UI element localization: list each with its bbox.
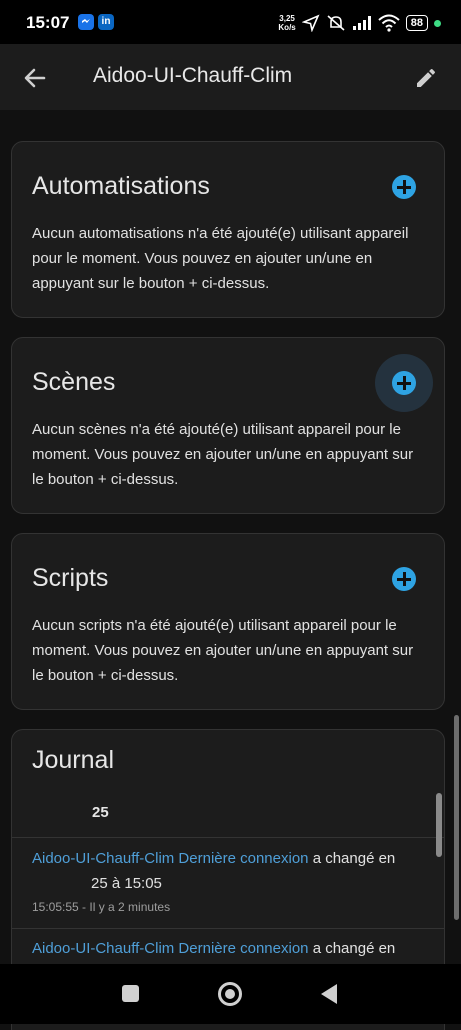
automations-title: Automatisations <box>32 172 210 200</box>
entity-link[interactable]: Aidoo-UI-Chauff-Clim Dernière connexion <box>32 850 309 867</box>
page-scrollbar[interactable] <box>454 715 459 920</box>
scripts-card: Scripts Aucun scripts n'a été ajouté(e) … <box>11 533 445 710</box>
add-icon <box>392 175 416 199</box>
messenger-icon <box>78 14 94 30</box>
mute-icon <box>327 15 345 31</box>
entry-value: 25 à 15:05 <box>91 875 162 892</box>
location-icon <box>301 14 320 32</box>
privacy-dot <box>434 19 441 27</box>
linkedin-icon: in <box>98 14 114 30</box>
battery-indicator: 88 <box>405 15 428 31</box>
wifi-icon <box>378 14 400 32</box>
divider <box>12 837 444 838</box>
journal-entry[interactable]: Aidoo-UI-Chauff-Clim Dernière connexion … <box>32 847 417 871</box>
entry-action: a changé en <box>312 940 396 957</box>
entry-timestamp: 15:05:55 - Il y a 2 minutes <box>32 900 171 914</box>
divider <box>12 928 444 929</box>
automations-empty-text: Aucun automatisations n'a été ajouté(e) … <box>32 225 409 292</box>
automations-card: Automatisations Aucun automatisations n'… <box>11 141 445 318</box>
scenes-empty-text: Aucun scènes n'a été ajouté(e) utilisant… <box>32 421 414 488</box>
journal-scrollbar[interactable] <box>436 793 442 857</box>
system-nav-bar <box>0 964 461 1024</box>
scripts-title: Scripts <box>32 564 109 592</box>
network-speed: 3,25 Ko/s <box>278 14 296 32</box>
entry-action: a changé en <box>312 850 396 867</box>
home-button[interactable] <box>218 982 242 1006</box>
scripts-empty-text: Aucun scripts n'a été ajouté(e) utilisan… <box>32 617 414 684</box>
journal-title: Journal <box>32 746 114 774</box>
journal-entry[interactable]: Aidoo-UI-Chauff-Clim Dernière connexion … <box>32 937 417 961</box>
add-icon <box>392 371 416 395</box>
app-bar: Aidoo-UI-Chauff-Clim <box>0 44 461 110</box>
scenes-title: Scènes <box>32 368 116 396</box>
page-title: Aidoo-UI-Chauff-Clim <box>93 64 293 87</box>
scenes-card: Scènes Aucun scènes n'a été ajouté(e) ut… <box>11 337 445 514</box>
add-scene-button[interactable] <box>375 354 433 412</box>
status-bar: 15:07 in 3,25 Ko/s 88 <box>0 0 461 44</box>
arrow-back-icon[interactable] <box>22 65 48 91</box>
add-automation-button[interactable] <box>375 158 433 216</box>
add-icon <box>392 567 416 591</box>
status-time: 15:07 <box>26 13 70 32</box>
add-script-button[interactable] <box>375 550 433 608</box>
back-button[interactable] <box>321 984 337 1004</box>
pencil-icon[interactable] <box>414 66 438 90</box>
journal-date-header: 25 <box>92 804 109 821</box>
entity-link[interactable]: Aidoo-UI-Chauff-Clim Dernière connexion <box>32 940 309 957</box>
recents-button[interactable] <box>122 985 139 1002</box>
signal-icon <box>352 16 371 30</box>
